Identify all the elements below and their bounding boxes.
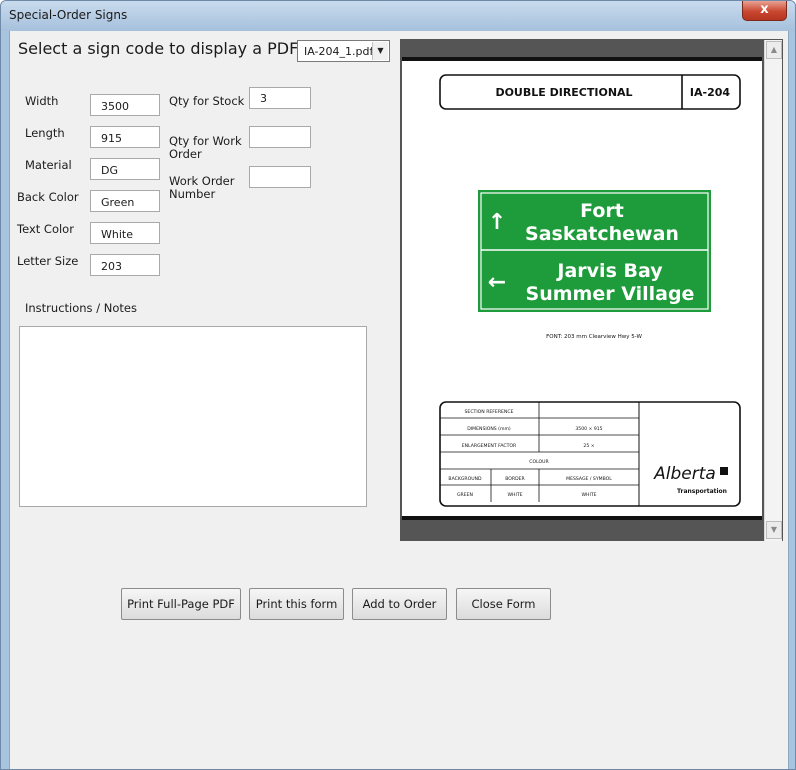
sign-panel2-line2: Summer Village [526, 283, 695, 305]
text-color-field[interactable]: White [90, 222, 160, 244]
table-enlargement-value: 25 × [583, 443, 594, 449]
close-window-button[interactable]: x [742, 1, 787, 21]
table-col-message: MESSAGE / SYMBOL [566, 476, 612, 482]
pdf-select-value: IA-204_1.pdf [304, 45, 374, 58]
length-label: Length [25, 126, 65, 140]
alberta-logo: Alberta [653, 464, 716, 484]
table-enlargement-label: ENLARGEMENT FACTOR [462, 443, 517, 449]
qty-stock-label: Qty for Stock [169, 94, 245, 108]
alberta-logo-subtitle: Transportation [677, 488, 727, 495]
work-order-number-label: Work Order Number [169, 174, 235, 201]
letter-size-label: Letter Size [17, 254, 79, 268]
work-order-number-field[interactable] [249, 166, 311, 188]
back-color-label: Back Color [17, 190, 79, 204]
window-frame: Special-Order Signs x Select a sign code… [0, 0, 796, 770]
pdf-select-dropdown[interactable]: IA-204_1.pdf ▼ [297, 40, 390, 62]
chevron-down-icon[interactable]: ▼ [372, 42, 388, 60]
sign-panel2-line1: Jarvis Bay [555, 260, 663, 282]
sign-drawing: DOUBLE DIRECTIONAL IA-204 ↑ Fort Saskatc… [439, 74, 741, 507]
viewer-scrollbar[interactable]: ▲ ▼ [764, 40, 782, 541]
window-title: Special-Order Signs [9, 8, 128, 22]
length-field[interactable]: 915 [90, 126, 160, 148]
table-val-message: WHITE [581, 492, 596, 498]
logo-mark-icon [720, 467, 728, 475]
table-dimensions-value: 3500 × 915 [575, 426, 602, 432]
close-form-button[interactable]: Close Form [456, 588, 551, 620]
sign-header-title: DOUBLE DIRECTIONAL [495, 86, 632, 99]
letter-size-field[interactable]: 203 [90, 254, 160, 276]
table-col-background: BACKGROUND [448, 476, 482, 482]
qty-work-order-label: Qty for Work Order [169, 134, 242, 161]
print-full-page-button[interactable]: Print Full-Page PDF [121, 588, 241, 620]
width-label: Width [25, 94, 59, 108]
table-dimensions-label: DIMENSIONS (mm) [467, 426, 511, 432]
notes-label: Instructions / Notes [25, 301, 137, 315]
width-field[interactable]: 3500 [90, 94, 160, 116]
table-val-border: WHITE [507, 492, 522, 498]
table-col-border: BORDER [505, 476, 525, 482]
arrow-up-icon: ↑ [488, 210, 506, 235]
pdf-select-prompt: Select a sign code to display a PDF: [18, 39, 303, 58]
title-bar[interactable]: Special-Order Signs x [1, 1, 795, 31]
notes-textarea[interactable] [19, 326, 367, 507]
sign-panel1-line2: Saskatchewan [525, 223, 679, 245]
sign-panel1-line1: Fort [580, 200, 624, 222]
pdf-page: DOUBLE DIRECTIONAL IA-204 ↑ Fort Saskatc… [402, 57, 762, 520]
qty-work-order-field[interactable] [249, 126, 311, 148]
print-form-button[interactable]: Print this form [249, 588, 344, 620]
text-color-label: Text Color [17, 222, 74, 236]
sign-code: IA-204 [690, 86, 730, 99]
close-icon: x [760, 2, 769, 17]
add-to-order-button[interactable]: Add to Order [352, 588, 447, 620]
table-section-reference: SECTION REFERENCE [465, 409, 514, 415]
material-label: Material [25, 158, 72, 172]
scroll-down-icon[interactable]: ▼ [766, 521, 782, 539]
scroll-up-icon[interactable]: ▲ [766, 41, 782, 59]
back-color-field[interactable]: Green [90, 190, 160, 212]
table-val-background: GREEN [457, 492, 473, 498]
material-field[interactable]: DG [90, 158, 160, 180]
sign-font-note: FONT: 203 mm Clearview Hwy 5-W [546, 334, 642, 340]
qty-stock-field[interactable]: 3 [249, 87, 311, 109]
arrow-left-icon: ← [488, 270, 506, 295]
table-colour-label: COLOUR [529, 459, 549, 465]
